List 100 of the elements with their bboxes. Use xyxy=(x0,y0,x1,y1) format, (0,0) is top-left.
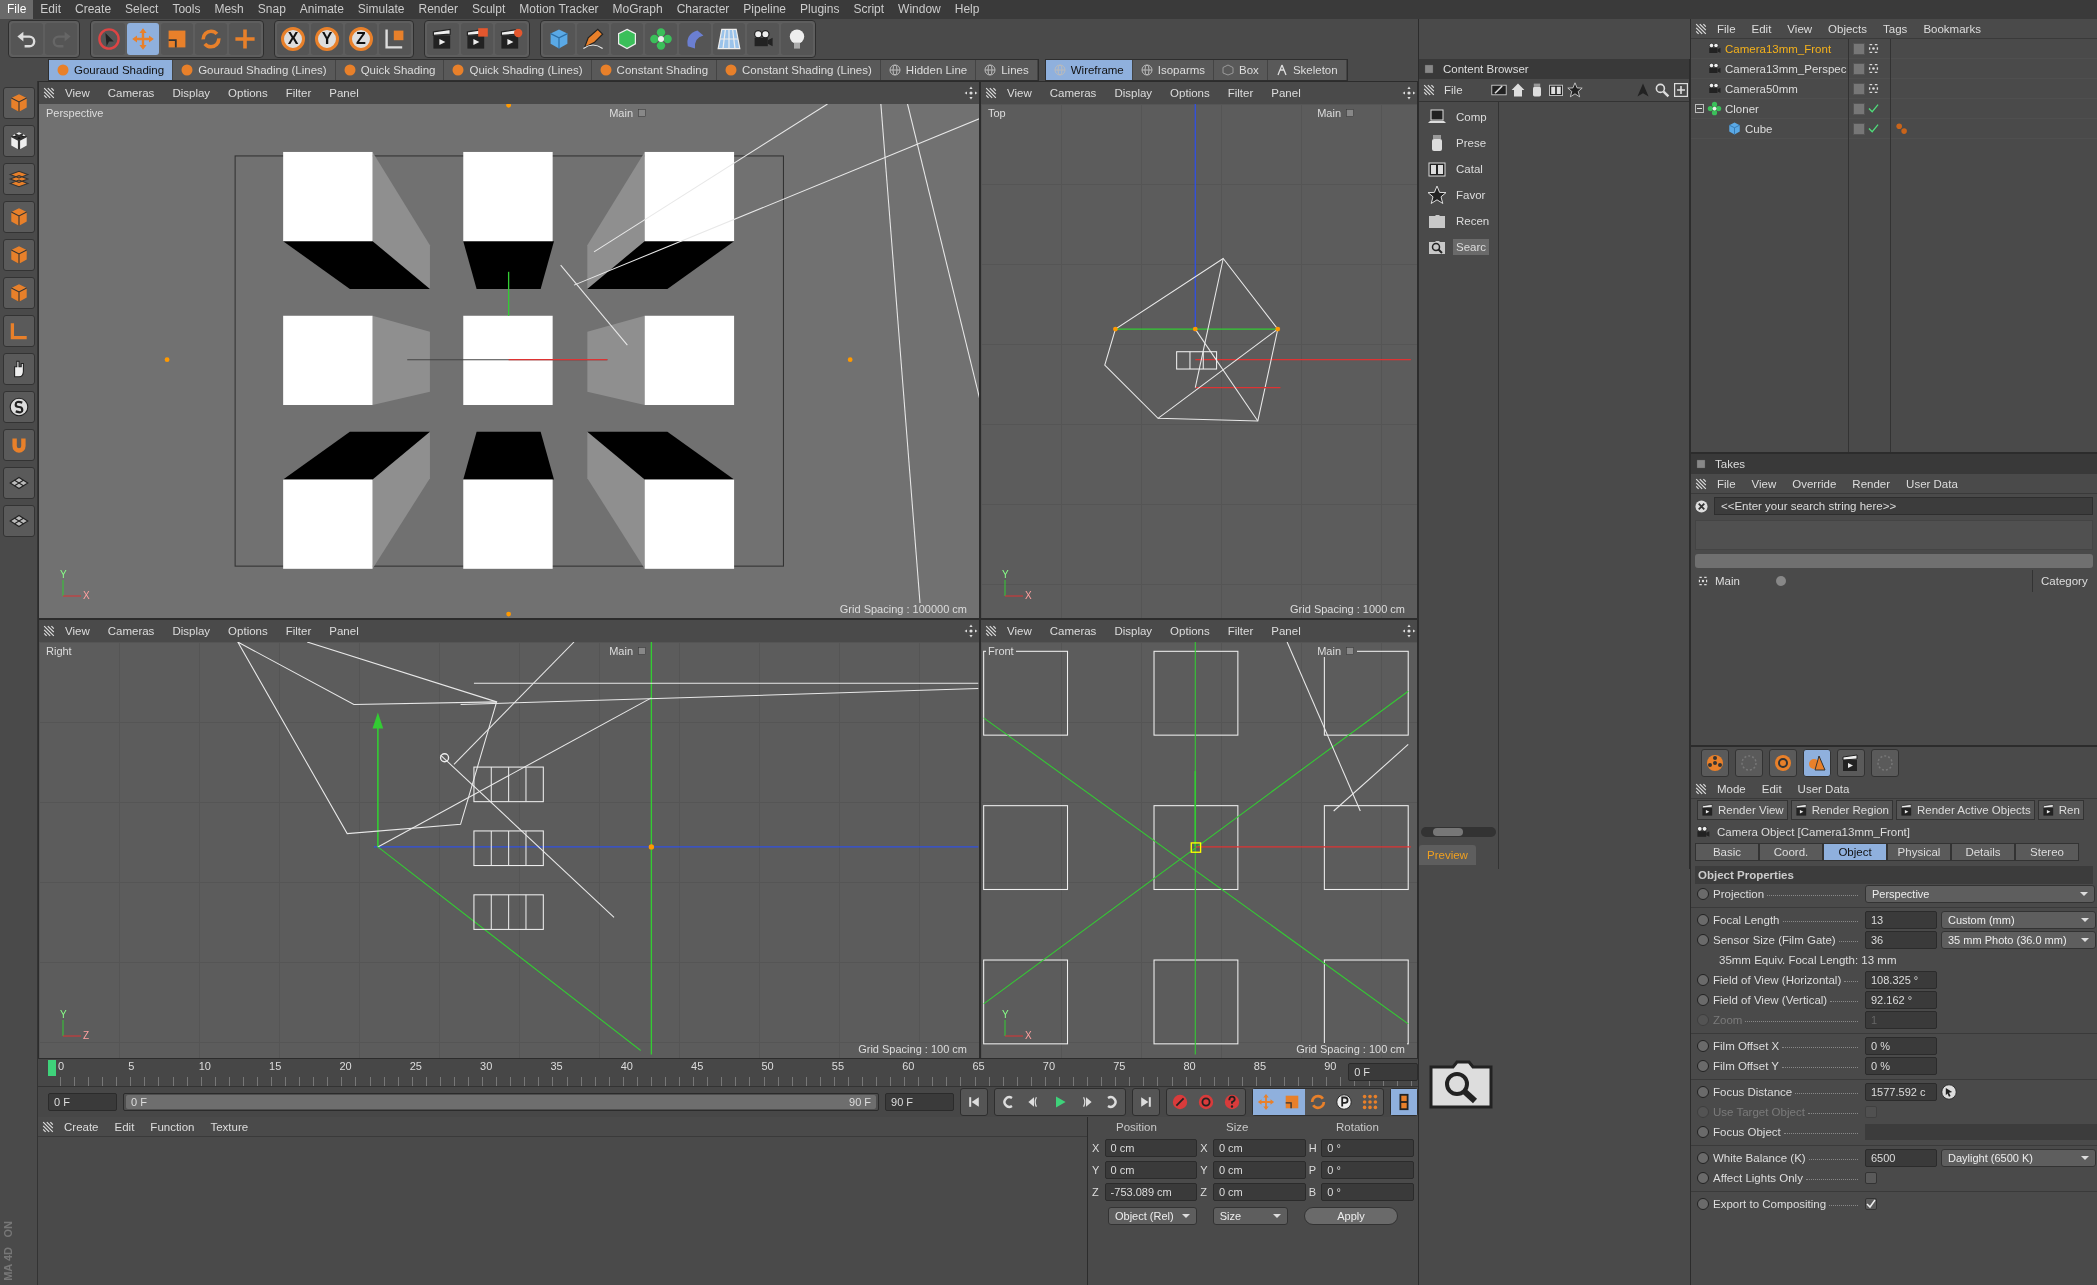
tool-button[interactable] xyxy=(1803,749,1831,777)
render-button[interactable]: Ren xyxy=(2037,800,2084,820)
search-field[interactable]: <<Enter your search string here>> xyxy=(1714,497,2093,515)
menu-item[interactable]: Mode xyxy=(1711,782,1752,795)
keyframe-toggle[interactable] xyxy=(1697,1086,1709,1098)
menu-item[interactable]: Create xyxy=(68,0,119,19)
viewport[interactable]: Perspective Main Grid Spacing : 100000 cm Y X xyxy=(39,104,979,618)
viewport-menu-item[interactable]: Options xyxy=(220,625,276,637)
menu-item[interactable]: User Data xyxy=(1900,477,1964,490)
keyframe-toggle[interactable] xyxy=(1697,1040,1709,1052)
size-field[interactable]: 0 cm xyxy=(1212,1183,1306,1201)
mode-button[interactable] xyxy=(2,353,35,385)
keyframe-toggle[interactable] xyxy=(1697,914,1709,926)
menu-item[interactable]: Motion Tracker xyxy=(512,0,606,19)
frame-range-slider[interactable]: 0 F 90 F xyxy=(122,1093,880,1111)
menu-item[interactable]: Select xyxy=(118,0,166,19)
scrollbar[interactable] xyxy=(1421,827,1496,837)
menu-item[interactable]: Script xyxy=(846,0,892,19)
tab[interactable]: Physical xyxy=(1887,843,1951,861)
axis-lock-button[interactable]: Z xyxy=(345,23,377,55)
menu-item[interactable]: Sculpt xyxy=(464,0,513,19)
coordinate-mode-dropdown[interactable]: Object (Rel) xyxy=(1108,1207,1197,1225)
tab[interactable]: Basic xyxy=(1695,843,1759,861)
dropdown[interactable]: Perspective xyxy=(1865,885,2095,903)
browser-item[interactable]: Catal xyxy=(1427,158,1498,180)
menu-item[interactable]: File xyxy=(1438,84,1469,96)
layer-toggle[interactable] xyxy=(1853,82,1865,95)
viewport-menu-item[interactable]: Filter xyxy=(1219,625,1262,637)
viewport[interactable]: Top Main Grid Spacing : 1000 cm Y X xyxy=(981,104,1417,618)
start-frame-field[interactable]: 0 F xyxy=(48,1093,117,1111)
rotation-field[interactable]: 0 ° xyxy=(1321,1183,1414,1201)
object-item[interactable]: Camera13mm_Front xyxy=(1691,39,1848,59)
menu-item[interactable]: Edit xyxy=(1755,782,1788,795)
display-mode-tab[interactable]: Quick Shading (Lines) xyxy=(444,60,592,80)
number-field[interactable]: 108.325 ° xyxy=(1865,971,1937,989)
keyframe-toggle[interactable] xyxy=(1697,1198,1709,1210)
object-item[interactable]: Camera50mm xyxy=(1691,79,1848,99)
menu-item[interactable]: View xyxy=(1781,22,1819,35)
viewport-menu-item[interactable]: Panel xyxy=(321,625,367,637)
viewport-menu-item[interactable]: Cameras xyxy=(1041,87,1105,99)
viewport-menu-item[interactable]: Display xyxy=(164,87,219,99)
tab[interactable]: Stereo xyxy=(2015,843,2079,861)
axis-lock-button[interactable]: X xyxy=(277,23,309,55)
current-frame-field[interactable]: 0 F xyxy=(1348,1063,1418,1081)
end-frame-field[interactable]: 90 F xyxy=(885,1093,954,1111)
render-button[interactable]: Render View xyxy=(1697,800,1788,820)
menu-item[interactable]: Function xyxy=(144,1120,201,1133)
tab[interactable]: Coord. xyxy=(1759,843,1823,861)
apply-button[interactable]: Apply xyxy=(1303,1207,1398,1225)
menu-item[interactable]: Pipeline xyxy=(736,0,794,19)
viewport-menu-item[interactable]: Display xyxy=(1106,87,1161,99)
display-mode-tab[interactable]: Box xyxy=(1214,60,1268,80)
position-field[interactable]: 0 cm xyxy=(1104,1139,1198,1157)
viewport-menu-item[interactable]: Display xyxy=(164,625,219,637)
layer-toggle[interactable] xyxy=(1853,42,1865,55)
object-item[interactable]: Camera13mm_Perspec xyxy=(1691,59,1848,79)
number-field[interactable]: 92.162 ° xyxy=(1865,991,1937,1009)
tool-button[interactable] xyxy=(461,23,493,55)
browser-item[interactable]: Searc xyxy=(1427,236,1498,258)
tool-button[interactable] xyxy=(427,23,459,55)
number-field[interactable]: 36 xyxy=(1865,931,1937,949)
viewport-menu-item[interactable]: View xyxy=(57,87,98,99)
viewport-menu-item[interactable]: View xyxy=(999,87,1040,99)
keyframe-toggle[interactable] xyxy=(1697,1060,1709,1072)
menu-item[interactable]: Tools xyxy=(165,0,208,19)
menu-item[interactable]: Simulate xyxy=(350,0,412,19)
menu-item[interactable]: Texture xyxy=(204,1120,255,1133)
number-field[interactable]: 0 % xyxy=(1865,1057,1937,1075)
dropdown[interactable]: 35 mm Photo (36.0 mm) xyxy=(1941,931,2096,949)
take-status-dot[interactable] xyxy=(1775,576,1786,586)
menu-item[interactable]: View xyxy=(1745,477,1783,490)
tool-button[interactable] xyxy=(577,23,609,55)
menu-item[interactable]: Create xyxy=(58,1120,105,1133)
dropdown[interactable]: Daylight (6500 K) xyxy=(1941,1149,2096,1167)
display-mode-tab[interactable]: Wireframe xyxy=(1045,60,1133,80)
display-mode-tab[interactable]: Constant Shading xyxy=(591,60,718,80)
menu-item[interactable]: File xyxy=(1711,477,1742,490)
browser-item[interactable]: Comp xyxy=(1427,106,1498,128)
render-button[interactable]: Render Region xyxy=(1790,800,1893,820)
position-field[interactable]: -753.089 cm xyxy=(1104,1183,1198,1201)
keyframe-toggle[interactable] xyxy=(1697,934,1709,946)
menu-item[interactable]: File xyxy=(0,0,34,19)
keyframe-toggle[interactable] xyxy=(1697,1152,1709,1164)
menu-item[interactable]: Plugins xyxy=(793,0,847,19)
size-field[interactable]: 0 cm xyxy=(1212,1139,1306,1157)
tool-button[interactable] xyxy=(747,23,779,55)
tool-button[interactable] xyxy=(713,23,745,55)
viewport[interactable]: Front Main Grid Spacing : 100 cm Y X xyxy=(981,642,1417,1058)
browser-item[interactable]: Recen xyxy=(1427,210,1498,232)
viewport-menu-item[interactable]: Display xyxy=(1106,625,1161,637)
keyframe-toggle[interactable] xyxy=(1697,1172,1709,1184)
number-field[interactable]: 13 xyxy=(1865,911,1937,929)
layer-toggle[interactable] xyxy=(1853,122,1865,135)
viewport-menu-item[interactable]: Options xyxy=(220,87,276,99)
viewport-menu-item[interactable]: Filter xyxy=(277,625,320,637)
menu-item[interactable]: Objects xyxy=(1822,22,1874,35)
viewport-menu-item[interactable]: View xyxy=(999,625,1040,637)
rotation-field[interactable]: 0 ° xyxy=(1321,1139,1414,1157)
keyframe-toggle[interactable] xyxy=(1697,994,1709,1006)
display-mode-tab[interactable]: Skeleton xyxy=(1267,60,1347,80)
